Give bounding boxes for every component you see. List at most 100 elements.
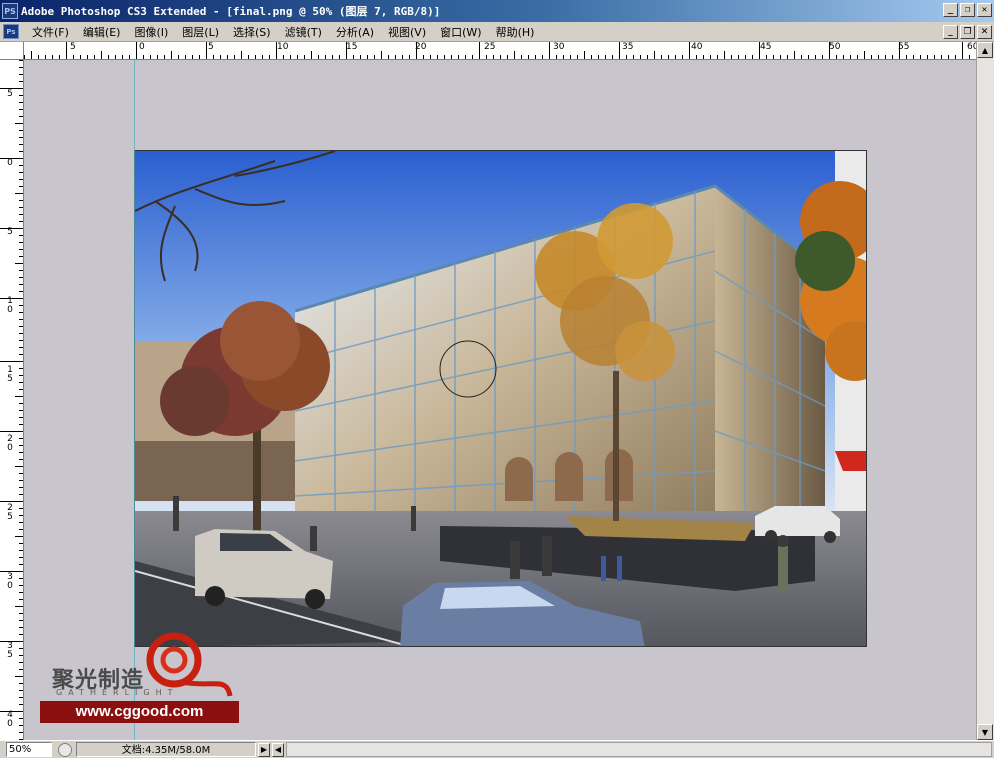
ruler-tick (920, 55, 921, 59)
ruler-tick (234, 55, 235, 59)
ruler-label: 30 (7, 572, 13, 591)
ruler-tick (19, 599, 23, 600)
menu-file[interactable]: 文件(F) (25, 24, 76, 40)
ruler-tick (311, 51, 312, 59)
ruler-tick (19, 144, 23, 145)
ruler-tick (927, 55, 928, 59)
doc-close-button[interactable]: ✕ (977, 25, 992, 39)
ruler-label: 10 (7, 296, 13, 315)
ruler-tick (220, 55, 221, 59)
ruler-origin[interactable] (0, 42, 24, 60)
menu-filter[interactable]: 滤镜(T) (278, 24, 329, 40)
title-bar: PS Adobe Photoshop CS3 Extended - [final… (0, 0, 994, 22)
ruler-label: 5 (7, 89, 13, 99)
ruler-tick (15, 466, 23, 467)
ruler-tick (19, 172, 23, 173)
ruler-tick (563, 55, 564, 59)
arrow-right-icon: ▶ (260, 745, 268, 754)
scroll-down-button[interactable]: ▼ (977, 724, 993, 740)
ruler-tick (19, 445, 23, 446)
ruler-tick (178, 55, 179, 59)
arrow-up-icon: ▲ (981, 45, 989, 55)
ruler-tick (696, 55, 697, 59)
ruler-tick (269, 55, 270, 59)
ruler-tick (19, 438, 23, 439)
vertical-scrollbar[interactable]: ▲ ▼ (976, 42, 994, 740)
ruler-tick (19, 620, 23, 621)
close-button[interactable]: ✕ (977, 3, 992, 17)
menu-view[interactable]: 视图(V) (381, 24, 433, 40)
vertical-ruler[interactable]: 5 0 5 10 15 20 25 30 35 40 (0, 60, 24, 740)
ruler-tick (19, 249, 23, 250)
document-size-info[interactable]: 文档:4.35M/58.0M (76, 742, 256, 757)
ruler-tick (15, 606, 23, 607)
document-image[interactable] (134, 150, 867, 647)
ruler-tick (556, 55, 557, 59)
ruler-tick (843, 55, 844, 59)
document-icon[interactable]: Ps (3, 24, 19, 39)
ruler-tick (731, 55, 732, 59)
zoom-icon[interactable] (58, 742, 72, 757)
minimize-button[interactable]: _ (943, 3, 958, 17)
menu-window[interactable]: 窗口(W) (433, 24, 488, 40)
ruler-tick (19, 200, 23, 201)
ruler-label: 5 (208, 42, 214, 52)
ruler-tick (199, 55, 200, 59)
ruler-tick (19, 718, 23, 719)
scroll-left-button[interactable]: ◀ (272, 742, 284, 757)
ruler-tick (19, 354, 23, 355)
zoom-level-input[interactable]: 50% (6, 742, 52, 757)
ruler-tick (444, 55, 445, 59)
doc-restore-button[interactable]: ❐ (960, 25, 975, 39)
horizontal-scrollbar[interactable] (286, 742, 992, 757)
horizontal-ruler[interactable]: 5051015202530354045505560 (0, 42, 976, 60)
ruler-tick (640, 55, 641, 59)
photoshop-app-icon[interactable]: PS (2, 3, 18, 19)
menu-select[interactable]: 选择(S) (226, 24, 278, 40)
ruler-tick (493, 55, 494, 59)
ruler-tick (507, 55, 508, 59)
ruler-tick (19, 179, 23, 180)
ruler-tick (654, 51, 655, 59)
ruler-tick (549, 42, 550, 59)
status-bar: 50% 文档:4.35M/58.0M ▶ ◀ (0, 740, 994, 758)
ruler-tick (19, 235, 23, 236)
ruler-tick (598, 55, 599, 59)
ruler-tick (73, 55, 74, 59)
restore-button[interactable]: ❐ (960, 3, 975, 17)
ruler-label: 40 (691, 42, 703, 52)
ruler-tick (19, 452, 23, 453)
ruler-tick (19, 662, 23, 663)
menu-layer[interactable]: 图层(L) (175, 24, 226, 40)
menu-analysis[interactable]: 分析(A) (329, 24, 381, 40)
ruler-label: 25 (484, 42, 496, 52)
ruler-tick (19, 487, 23, 488)
ruler-tick (815, 55, 816, 59)
ruler-tick (717, 55, 718, 59)
ruler-tick (15, 676, 23, 677)
status-menu-button[interactable]: ▶ (258, 742, 270, 757)
ruler-tick (19, 529, 23, 530)
ruler-tick (423, 55, 424, 59)
ruler-tick (19, 683, 23, 684)
window-title: Adobe Photoshop CS3 Extended - [final.pn… (21, 5, 441, 18)
ruler-tick (129, 55, 130, 59)
ruler-tick (19, 634, 23, 635)
ruler-tick (185, 55, 186, 59)
menu-help[interactable]: 帮助(H) (489, 24, 542, 40)
menu-image[interactable]: 图像(I) (127, 24, 175, 40)
ruler-tick (19, 592, 23, 593)
ruler-label: 20 (415, 42, 427, 52)
ruler-tick (19, 186, 23, 187)
doc-minimize-button[interactable]: _ (943, 25, 958, 39)
scroll-up-button[interactable]: ▲ (977, 42, 993, 58)
ruler-tick (19, 347, 23, 348)
ruler-tick (87, 55, 88, 59)
architecture-render (135, 151, 866, 646)
ruler-tick (19, 151, 23, 152)
ruler-tick (19, 340, 23, 341)
ruler-tick (0, 501, 23, 502)
ruler-tick (787, 55, 788, 59)
ruler-tick (19, 690, 23, 691)
menu-edit[interactable]: 编辑(E) (76, 24, 128, 40)
